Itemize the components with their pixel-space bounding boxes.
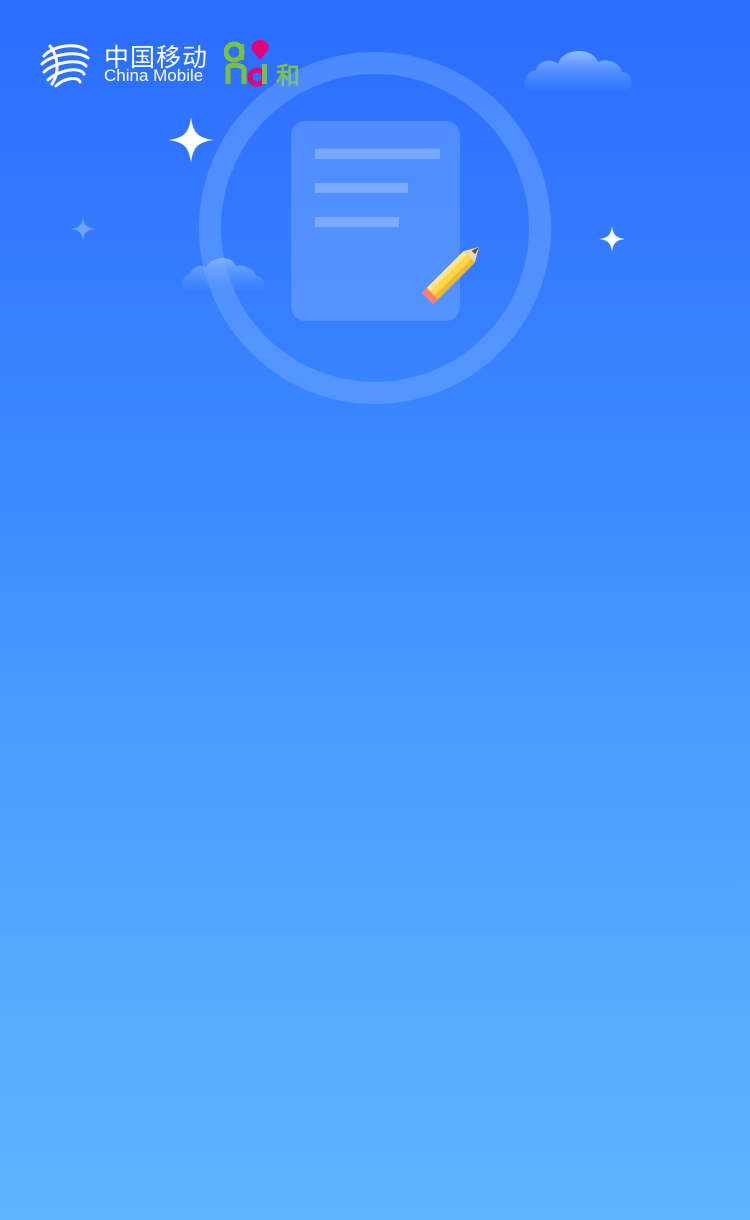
document-line xyxy=(315,217,399,227)
cloud-icon xyxy=(524,50,632,90)
cloud-icon xyxy=(181,257,265,290)
china-mobile-logo-icon xyxy=(40,44,90,88)
document-line xyxy=(315,183,408,193)
pencil-icon xyxy=(421,246,480,305)
page: { "header": { "brand_name_cn": "中国移动", "… xyxy=(0,0,750,1220)
brand-name-en: China Mobile xyxy=(104,66,204,85)
sparkle-icon xyxy=(168,117,214,163)
document-line xyxy=(315,149,440,159)
sparkle-icon xyxy=(71,217,95,241)
sparkle-icon xyxy=(599,226,625,252)
